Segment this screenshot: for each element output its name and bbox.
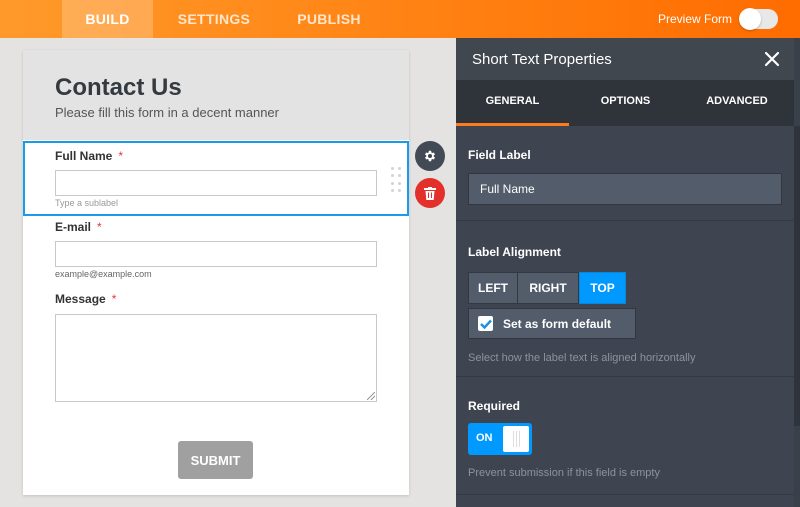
email-input[interactable] <box>55 241 377 267</box>
align-left-button[interactable]: LEFT <box>468 272 518 304</box>
properties-panel: Short Text Properties GENERAL OPTIONS AD… <box>456 38 800 507</box>
field-label: Message * <box>55 292 117 306</box>
required-toggle[interactable]: ON <box>468 423 532 455</box>
full-name-input[interactable] <box>55 170 377 196</box>
field-label: E-mail * <box>55 220 102 234</box>
form-subtitle: Please fill this form in a decent manner <box>55 105 279 120</box>
label-alignment-hint: Select how the label text is aligned hor… <box>468 352 696 364</box>
full-name-sublabel[interactable]: Type a sublabel <box>55 198 118 208</box>
field-settings-button[interactable] <box>415 141 445 171</box>
preview-form-label: Preview Form <box>657 12 732 26</box>
tab-options[interactable]: OPTIONS <box>569 80 682 126</box>
form-header[interactable]: Contact Us Please fill this form in a de… <box>23 50 409 140</box>
field-message[interactable]: Message * <box>23 288 409 408</box>
set-form-default-checkbox[interactable]: Set as form default <box>468 308 636 339</box>
close-icon[interactable] <box>762 49 782 69</box>
required-hint: Prevent submission if this field is empt… <box>468 467 660 479</box>
align-right-button[interactable]: RIGHT <box>518 272 579 304</box>
trash-icon <box>424 186 436 200</box>
resize-grip-icon[interactable] <box>367 392 375 400</box>
label-alignment-section: Label Alignment LEFT RIGHT TOP Set as fo… <box>456 221 800 377</box>
field-label-title: Field Label <box>468 148 531 162</box>
checkbox[interactable] <box>478 316 493 331</box>
toggle-knob <box>503 426 529 452</box>
scrollbar-thumb[interactable] <box>794 126 800 426</box>
submit-button[interactable]: SUBMIT <box>178 441 253 479</box>
top-navigation-bar: BUILD SETTINGS PUBLISH Preview Form <box>0 0 800 38</box>
field-full-name[interactable]: Full Name * Type a sublabel <box>23 141 409 216</box>
checkmark-icon <box>479 319 492 329</box>
toggle-knob <box>739 8 761 30</box>
required-toggle-label: ON <box>476 432 493 444</box>
panel-title: Short Text Properties <box>472 50 612 68</box>
required-asterisk: * <box>111 292 117 306</box>
email-sublabel: example@example.com <box>55 269 152 279</box>
panel-scrollbar[interactable] <box>794 38 800 507</box>
preview-form-toggle[interactable] <box>739 8 778 30</box>
drag-handle-icon[interactable] <box>391 167 401 193</box>
align-top-button[interactable]: TOP <box>579 272 626 304</box>
tab-settings[interactable]: SETTINGS <box>164 0 264 38</box>
alignment-segmented-control: LEFT RIGHT TOP <box>468 272 788 304</box>
field-label-section: Field Label Full Name <box>456 126 800 221</box>
form-canvas: Contact Us Please fill this form in a de… <box>23 50 409 495</box>
label-alignment-title: Label Alignment <box>468 245 561 259</box>
tab-advanced[interactable]: ADVANCED <box>682 80 792 126</box>
panel-header: Short Text Properties <box>456 38 800 80</box>
set-form-default-label: Set as form default <box>503 316 612 331</box>
field-label-input[interactable]: Full Name <box>468 173 782 205</box>
message-textarea[interactable] <box>55 314 377 402</box>
panel-tabs: GENERAL OPTIONS ADVANCED <box>456 80 800 126</box>
delete-field-button[interactable] <box>415 178 445 208</box>
tab-general[interactable]: GENERAL <box>456 80 569 126</box>
panel-body: Field Label Full Name Label Alignment LE… <box>456 126 800 495</box>
required-asterisk: * <box>97 220 102 234</box>
form-title: Contact Us <box>55 74 182 101</box>
required-section: Required ON Prevent submission if this f… <box>456 377 800 495</box>
required-title: Required <box>468 399 521 413</box>
field-email[interactable]: E-mail * example@example.com <box>23 216 409 286</box>
required-asterisk: * <box>118 149 124 163</box>
gear-icon <box>424 150 436 162</box>
tab-publish[interactable]: PUBLISH <box>284 0 374 38</box>
preview-form-control: Preview Form <box>658 0 778 38</box>
field-label: Full Name * <box>55 149 124 163</box>
tab-build[interactable]: BUILD <box>62 0 153 38</box>
